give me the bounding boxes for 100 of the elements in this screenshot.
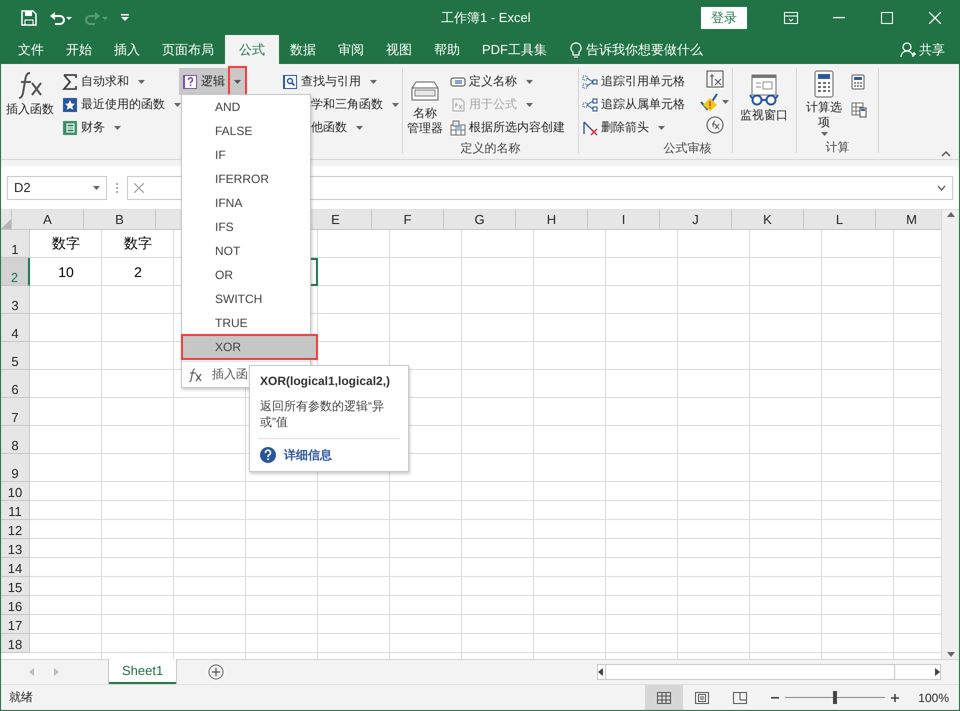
ribbon-tab[interactable]: 审阅 (327, 35, 375, 64)
row-header[interactable]: 7 (1, 398, 30, 426)
add-sheet-icon[interactable] (208, 664, 224, 680)
row-header[interactable]: 14 (1, 558, 30, 577)
ribbon-tab[interactable]: 帮助 (423, 35, 471, 64)
name-box[interactable]: D2 (7, 176, 107, 200)
tooltip-description: 返回所有参数的逻辑“异或”值 (260, 398, 385, 430)
column-header[interactable]: A (12, 210, 84, 230)
ribbon-tab[interactable]: 数据 (279, 35, 327, 64)
help-icon[interactable] (260, 447, 276, 463)
ribbon-button[interactable]: 最近使用的函数 (59, 93, 179, 116)
group-label: 定义的名称 (460, 140, 522, 157)
normal-view-icon (657, 692, 671, 704)
slider-thumb[interactable] (833, 691, 837, 704)
row-header[interactable]: 4 (1, 314, 30, 342)
row-header[interactable]: 16 (1, 596, 30, 615)
close-icon[interactable] (929, 12, 941, 24)
row-header[interactable]: 12 (1, 520, 30, 539)
ribbon-button[interactable]: 追踪引用单元格 (579, 70, 697, 93)
view-button[interactable] (645, 685, 683, 710)
column-header[interactable]: L (804, 210, 876, 230)
row-header[interactable]: 18 (1, 634, 30, 653)
menu-item[interactable]: AND (182, 95, 310, 119)
show-formulas-icon[interactable] (706, 70, 724, 88)
ribbon-button[interactable]: 追踪从属单元格 (579, 93, 697, 116)
insert-function-button[interactable]: 插入函数 (1, 68, 59, 139)
horizontal-scrollbar[interactable] (597, 664, 941, 680)
menu-item[interactable]: OR (182, 263, 310, 287)
row-header[interactable]: 3 (1, 286, 30, 314)
name-manager-button[interactable]: 名称 管理器 (403, 68, 447, 139)
ribbon-button[interactable]: 自动求和 (59, 70, 179, 93)
save-icon[interactable] (21, 10, 37, 26)
calculator-icon[interactable] (851, 74, 865, 90)
menu-item[interactable]: NOT (182, 239, 310, 263)
menu-item[interactable]: IF (182, 143, 310, 167)
menu-item[interactable]: XOR (182, 335, 317, 359)
column-header[interactable]: H (516, 210, 588, 230)
ribbon-button[interactable]: 根据所选内容创建 (447, 116, 568, 139)
error-check-icon[interactable] (700, 93, 718, 111)
ribbon-tab[interactable]: 插入 (103, 35, 151, 64)
ribbon-button[interactable]: 查找与引用 (279, 70, 399, 93)
minimize-icon[interactable] (833, 16, 845, 18)
row-header[interactable]: 9 (1, 454, 30, 482)
lightbulb-icon[interactable] (570, 42, 582, 58)
login-button[interactable]: 登录 (701, 6, 747, 28)
row-header[interactable]: 11 (1, 501, 30, 520)
undo-icon[interactable] (49, 10, 73, 26)
column-header[interactable]: M (876, 210, 941, 230)
ribbon-tab[interactable]: PDF工具集 (471, 35, 558, 64)
ribbon-tab[interactable]: 开始 (55, 35, 103, 64)
maximize-icon[interactable] (881, 12, 893, 24)
more-info-link[interactable]: 详细信息 (284, 446, 332, 464)
menu-item[interactable]: SWITCH (182, 287, 310, 311)
row-header[interactable]: 13 (1, 539, 30, 558)
row-header[interactable]: 6 (1, 370, 30, 398)
menu-item[interactable]: 插入函 (212, 366, 248, 383)
ribbon-button[interactable]: 定义名称 (447, 70, 568, 93)
ribbon-button[interactable]: 他函数 (308, 116, 399, 139)
collapse-ribbon-icon[interactable] (941, 151, 951, 157)
column-header[interactable]: I (588, 210, 660, 230)
row-header[interactable]: 8 (1, 426, 30, 454)
row-header[interactable]: 5 (1, 342, 30, 370)
ribbon-tab[interactable]: 页面布局 (151, 35, 225, 64)
ribbon-button[interactable]: 删除箭头 (579, 116, 697, 139)
ribbon-tab[interactable]: 公式 (225, 35, 279, 64)
column-header[interactable]: G (444, 210, 516, 230)
column-header[interactable]: K (732, 210, 804, 230)
row-header[interactable]: 1 (1, 230, 30, 258)
row-header[interactable]: 17 (1, 615, 30, 634)
column-header[interactable]: J (660, 210, 732, 230)
watch-window-button[interactable]: 监视窗口 (733, 68, 795, 139)
row-header[interactable]: 2 (1, 258, 30, 286)
vertical-scrollbar[interactable] (941, 210, 959, 659)
share-button[interactable]: 共享 (919, 40, 945, 58)
menu-item[interactable]: IFS (182, 215, 310, 239)
ribbon-tab[interactable]: 视图 (375, 35, 423, 64)
zoom-level[interactable]: 100% (899, 690, 949, 704)
customize-icon[interactable] (121, 14, 129, 22)
fx-tag-icon (450, 96, 466, 112)
column-header[interactable]: B (84, 210, 156, 230)
menu-item[interactable]: IFNA (182, 191, 310, 215)
ribbon-display-icon[interactable] (784, 12, 798, 24)
tell-me-search[interactable]: 告诉我你想要做什么 (586, 40, 703, 58)
ribbon-button[interactable]: 学和三角函数 (308, 93, 399, 116)
ribbon-button[interactable]: 财务 (59, 116, 179, 139)
group-label: 计算 (824, 139, 850, 156)
zoom-in-icon[interactable] (891, 694, 899, 702)
row-header[interactable]: 10 (1, 482, 30, 501)
menu-item[interactable]: TRUE (182, 311, 310, 335)
menu-item[interactable]: FALSE (182, 119, 310, 143)
window-title: 工作簿1 - Excel (441, 8, 532, 26)
evaluate-formula-icon[interactable] (706, 116, 724, 134)
row-header[interactable]: 15 (1, 577, 30, 596)
column-header[interactable]: F (372, 210, 444, 230)
calculation-options-button[interactable]: 计算选项 (797, 68, 851, 138)
sheet-calculator-icon[interactable] (851, 102, 867, 118)
menu-item[interactable]: IFERROR (182, 167, 310, 191)
caret-icon (234, 80, 241, 84)
ribbon-tab[interactable]: 文件 (7, 35, 55, 64)
sheet-tab[interactable]: Sheet1 (109, 658, 176, 684)
